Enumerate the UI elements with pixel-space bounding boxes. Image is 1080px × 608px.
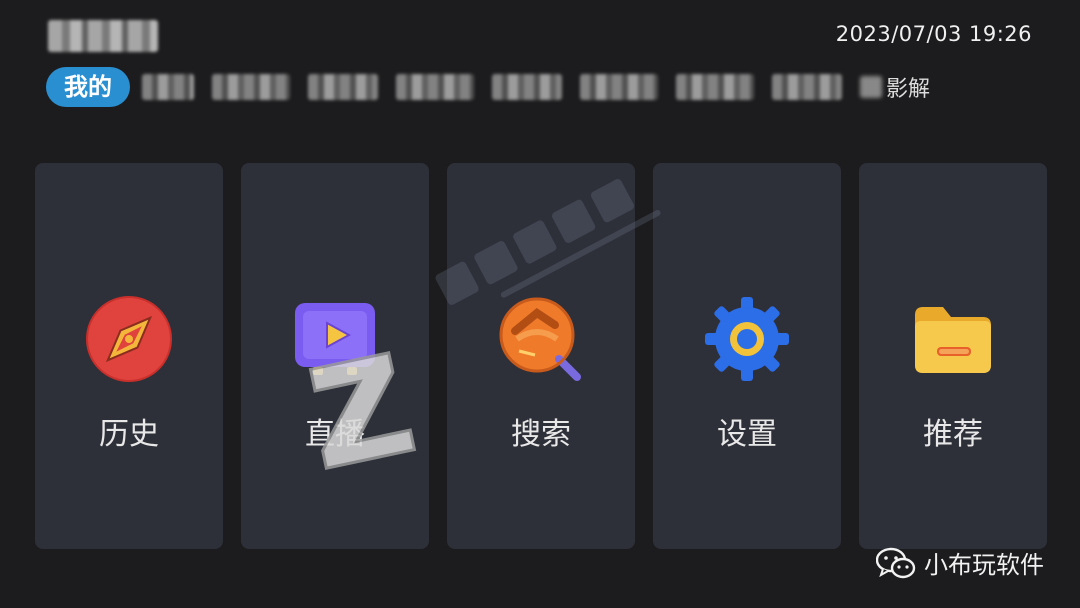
wechat-account-badge: 小布玩软件 (876, 545, 1044, 580)
wechat-account-name: 小布玩软件 (924, 551, 1044, 579)
tab-blurred-2[interactable] (212, 74, 290, 100)
play-video-icon (295, 303, 375, 375)
card-history[interactable]: 历史 (35, 163, 223, 549)
tab-blurred-4[interactable] (396, 74, 474, 100)
gear-icon (705, 297, 789, 381)
folder-icon (915, 307, 991, 373)
search-icon (499, 297, 581, 381)
card-live[interactable]: 直播 (241, 163, 429, 549)
card-live-label: 直播 (305, 417, 365, 452)
tab-partial-blur (860, 76, 882, 98)
tab-blurred-8[interactable] (772, 74, 842, 100)
tab-blurred-7[interactable] (676, 74, 754, 100)
tab-blurred-1[interactable] (142, 74, 194, 100)
tab-partial-label: 影解 (886, 77, 931, 102)
tab-blurred-5[interactable] (492, 74, 562, 100)
card-search-label: 搜索 (511, 417, 571, 452)
clock: 2023/07/03 19:26 (835, 22, 1032, 46)
feature-cards: 历史 直播 搜索 设置 推荐 (35, 163, 1047, 549)
app-title-blurred (48, 20, 158, 52)
card-history-label: 历史 (99, 417, 159, 452)
card-recommend[interactable]: 推荐 (859, 163, 1047, 549)
tab-blurred-6[interactable] (580, 74, 658, 100)
card-search[interactable]: 搜索 (447, 163, 635, 549)
card-recommend-label: 推荐 (923, 417, 983, 452)
home-screen: 2023/07/03 19:26 我的 影解 历史 直播 搜索 设置 推荐 小布… (0, 0, 1080, 608)
compass-icon (86, 296, 172, 382)
card-settings[interactable]: 设置 (653, 163, 841, 549)
tab-partial[interactable]: 影解 (860, 71, 930, 103)
tab-blurred-3[interactable] (308, 74, 378, 100)
tab-mine[interactable]: 我的 (46, 67, 130, 107)
card-settings-label: 设置 (717, 417, 777, 452)
category-tabs: 我的 影解 (46, 66, 1080, 108)
wechat-icon (876, 547, 916, 578)
